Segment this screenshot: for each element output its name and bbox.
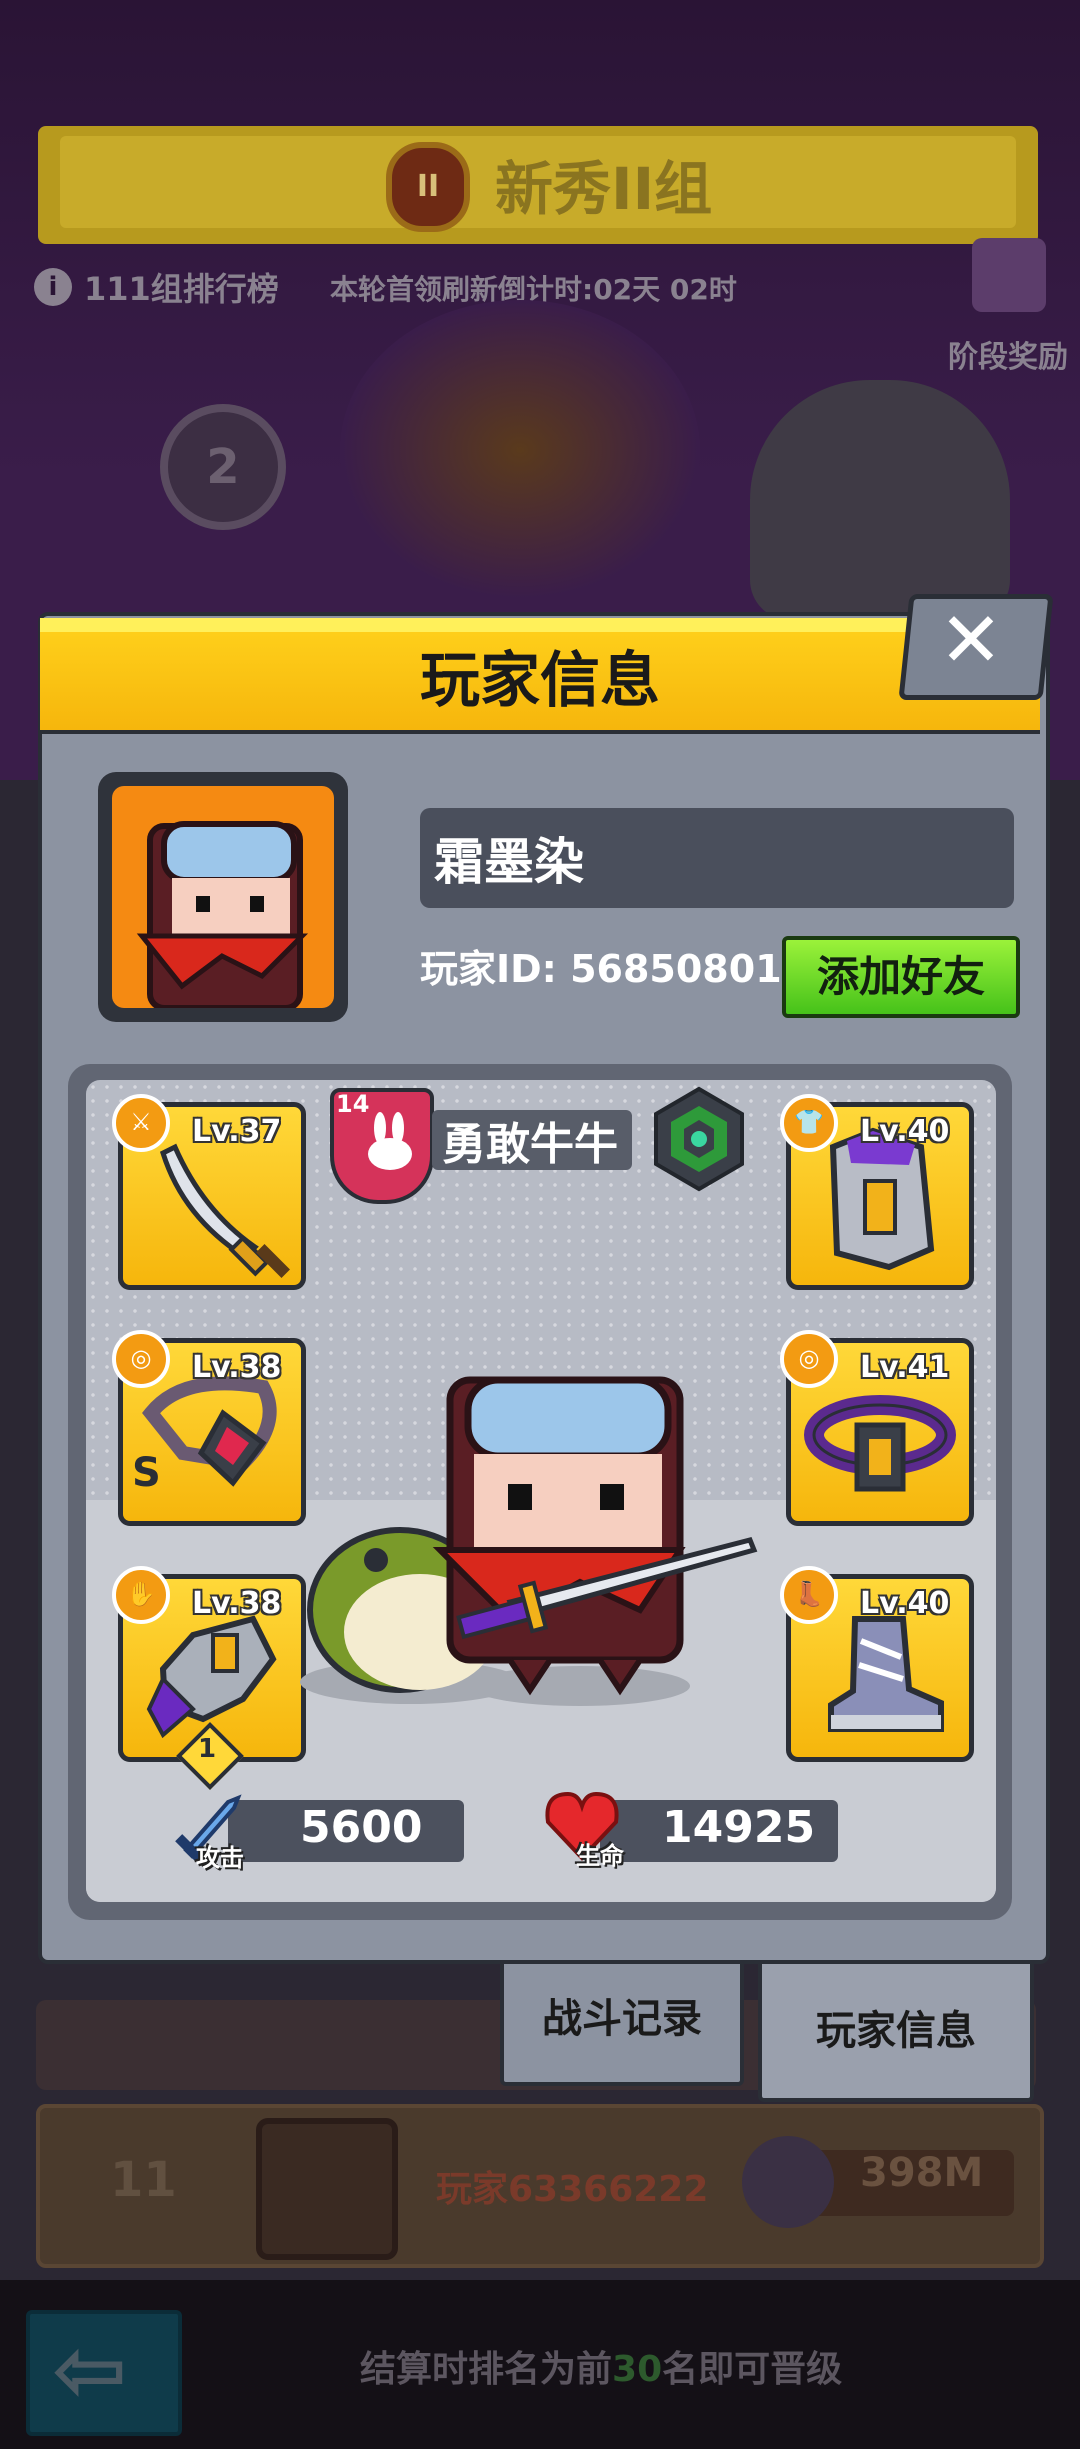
attack-label: 攻击: [196, 1844, 244, 1872]
promotion-suffix: 名即可晋级: [662, 2349, 843, 2390]
my-rank-avatar: [256, 2118, 398, 2260]
close-icon[interactable]: ✕: [904, 590, 1038, 690]
avatar[interactable]: [112, 786, 334, 1011]
necklace-grade: S: [132, 1450, 161, 1496]
weapon-type-icon: ⚔: [112, 1094, 170, 1152]
group-rank-shield-icon: II: [386, 142, 470, 232]
title-badge-level: 14: [336, 1090, 370, 1118]
my-rank-number: 11: [110, 2152, 177, 2208]
power-value: 398M: [860, 2150, 984, 2196]
gift-icon[interactable]: [972, 238, 1046, 312]
power-icon: [742, 2136, 834, 2228]
ninja-character-icon: [300, 1376, 758, 1706]
gloves-level: Lv.38: [192, 1586, 282, 1621]
gloves-star: 1: [198, 1734, 217, 1764]
weapon-level: Lv.37: [192, 1114, 282, 1149]
group-rank-badge: II: [416, 169, 440, 204]
gloves-type-icon: ✋: [112, 1566, 170, 1624]
promotion-number: 30: [612, 2349, 663, 2390]
player-id: 玩家ID: 56850801: [420, 947, 782, 991]
tab-battle-record[interactable]: 战斗记录: [500, 1952, 744, 2086]
promotion-hint: 结算时排名为前30名即可晋级: [360, 2340, 842, 2392]
panda-character: [750, 380, 1010, 620]
necklace-type-icon: ◎: [112, 1330, 170, 1388]
attack-value: 5600: [300, 1802, 423, 1853]
belt-type-icon: ◎: [780, 1330, 838, 1388]
armor-type-icon: 👕: [780, 1094, 838, 1152]
tab-player-info[interactable]: 玩家信息: [758, 1952, 1034, 2102]
modal-header-highlight: [40, 618, 1040, 632]
stage-reward-label[interactable]: 阶段奖励: [948, 332, 1068, 376]
armor-level: Lv.40: [860, 1114, 950, 1149]
player-character: [280, 1370, 780, 1720]
belt-level: Lv.41: [860, 1350, 950, 1385]
modal-title: 玩家信息: [420, 646, 660, 716]
ninja-avatar-icon: [136, 821, 309, 1011]
add-friend-button[interactable]: 添加好友: [782, 936, 1020, 1018]
group-title: 新秀II组: [495, 155, 713, 223]
promotion-prefix: 结算时排名为前: [360, 2349, 613, 2390]
hexagon-badge-icon[interactable]: [652, 1086, 746, 1192]
boots-level: Lv.40: [860, 1586, 950, 1621]
my-rank-name: 玩家63366222: [436, 2169, 709, 2210]
rank-list-label[interactable]: 111组排行榜: [84, 264, 279, 310]
boots-type-icon: 👢: [780, 1566, 838, 1624]
hp-label: 生命: [576, 1842, 624, 1870]
boss-character: [340, 300, 700, 600]
player-name: 霜墨染: [434, 833, 584, 891]
podium-second-badge: 2: [160, 404, 286, 530]
player-title: 勇敢牛牛: [442, 1119, 618, 1170]
info-icon[interactable]: i: [34, 268, 72, 306]
back-arrow-icon: ⇦: [52, 2318, 128, 2423]
necklace-level: Lv.38: [192, 1350, 282, 1385]
hp-value: 14925: [662, 1802, 816, 1853]
